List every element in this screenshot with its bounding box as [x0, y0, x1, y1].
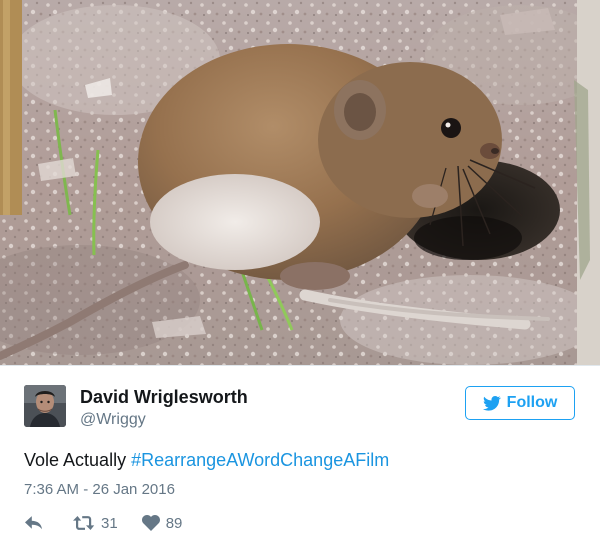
- author-display-name[interactable]: David Wriglesworth: [80, 386, 248, 408]
- vole-photo: [0, 0, 600, 365]
- reply-button[interactable]: [24, 515, 44, 531]
- reply-icon: [25, 516, 42, 530]
- tweet-photo[interactable]: [0, 0, 600, 365]
- follow-button[interactable]: Follow: [465, 386, 575, 420]
- retweet-count: 31: [101, 514, 118, 532]
- follow-label: Follow: [506, 394, 558, 411]
- avatar-image: [24, 385, 66, 427]
- tweet-text-body: Vole Actually: [24, 450, 132, 470]
- tweet-text: Vole Actually #RearrangeAWordChangeAFilm: [24, 448, 389, 472]
- hashtag-link[interactable]: #RearrangeAWordChangeAFilm: [131, 450, 389, 470]
- like-button[interactable]: 89: [141, 514, 183, 532]
- retweet-icon: [73, 516, 95, 530]
- heart-icon: [141, 515, 160, 531]
- tweet-timestamp[interactable]: 7:36 AM - 26 Jan 2016: [24, 480, 175, 500]
- bird-icon: [482, 395, 501, 411]
- author-handle[interactable]: @Wriggy: [80, 410, 146, 430]
- tweet-actions: 31 89: [24, 512, 182, 534]
- photo-divider: [0, 365, 600, 366]
- retweet-button[interactable]: 31: [73, 515, 118, 532]
- avatar[interactable]: [24, 385, 66, 427]
- tweet-card: David Wriglesworth @Wriggy Follow Vole A…: [0, 0, 600, 552]
- like-count: 89: [165, 514, 183, 532]
